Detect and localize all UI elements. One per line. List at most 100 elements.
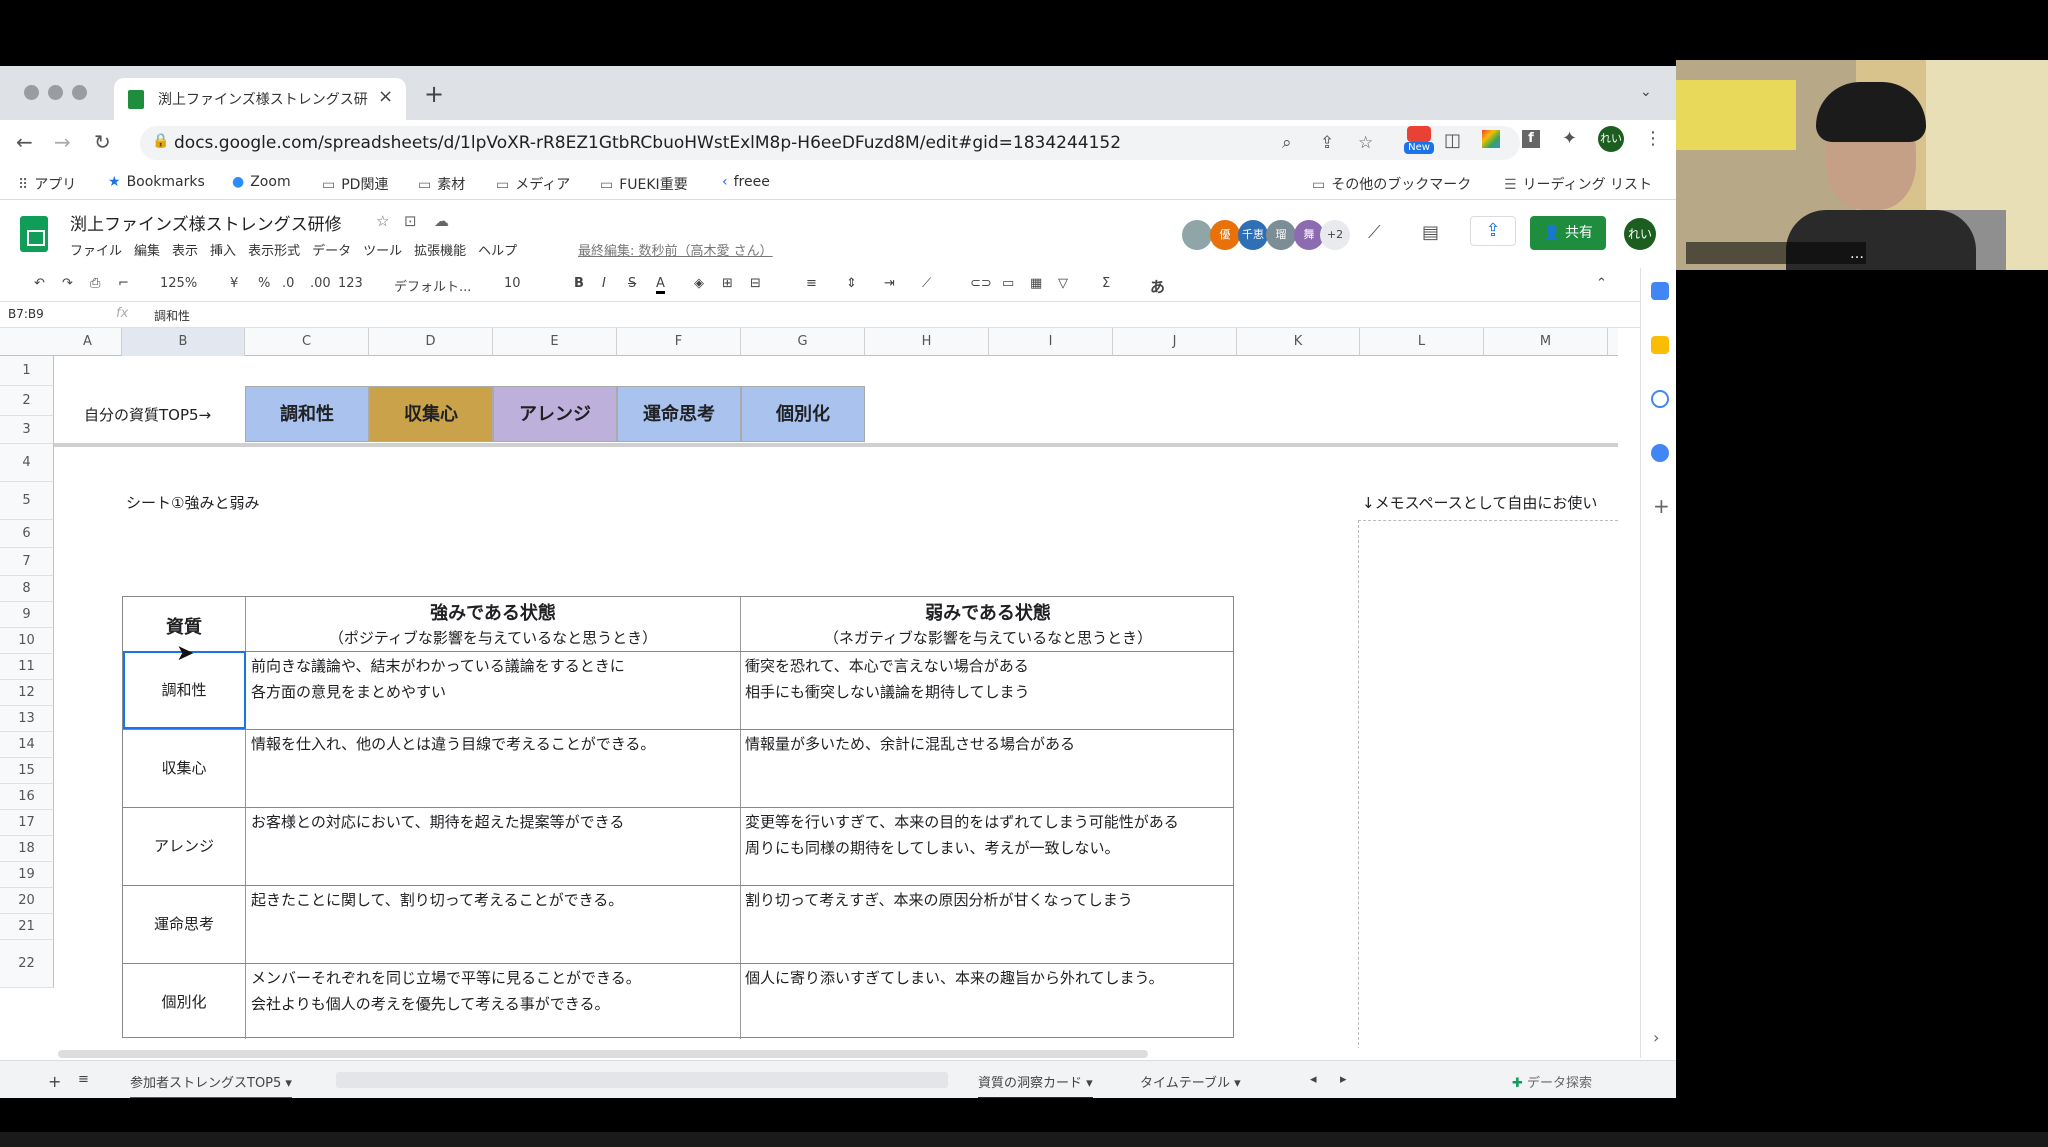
star-icon[interactable]: ☆ <box>1358 133 1373 153</box>
font-size-select[interactable]: 10 <box>504 276 521 291</box>
name-box[interactable]: B7:B9 <box>8 307 44 321</box>
row-header[interactable]: 1 <box>0 356 54 386</box>
bookmark-zoom[interactable]: ● Zoom <box>232 174 291 190</box>
tab-timetable[interactable]: タイムテーブル ▾ <box>1140 1072 1241 1091</box>
frozen-row-divider[interactable] <box>54 443 1618 447</box>
rotate-text-icon[interactable]: ⟋ <box>922 276 931 291</box>
new-tab-icon[interactable]: + <box>424 80 444 108</box>
undo-icon[interactable]: ↶ <box>34 276 45 291</box>
row-header[interactable]: 20 <box>0 888 54 914</box>
forward-icon[interactable]: → <box>54 130 71 154</box>
decrease-decimal[interactable]: .0 <box>282 276 294 291</box>
increase-decimal[interactable]: .00 <box>310 276 331 291</box>
print-icon[interactable]: ⎙ <box>90 276 100 291</box>
more-vert-icon[interactable]: ⋮ <box>1644 128 1662 149</box>
menu-extensions[interactable]: 拡張機能 <box>414 240 466 259</box>
strength-text[interactable]: お客様との対応において、期待を超えた提案等ができる <box>251 809 624 835</box>
menu-file[interactable]: ファイル <box>70 240 122 259</box>
wrap-icon[interactable]: ⇥ <box>884 276 895 291</box>
camera-icon[interactable]: ◫ <box>1444 130 1461 151</box>
sheet-caption[interactable]: シート①強みと弱み <box>126 492 259 513</box>
row-header[interactable]: 7 <box>0 548 54 576</box>
keep-icon[interactable] <box>1651 336 1669 354</box>
color-extension-icon[interactable] <box>1482 130 1500 148</box>
strength-text[interactable]: 会社よりも個人の考えを優先して考える事ができる。 <box>251 991 610 1017</box>
star-icon[interactable]: ☆ <box>376 212 389 230</box>
weakness-text[interactable]: 周りにも同様の期待をしてしまい、考えが一致しない。 <box>745 835 1120 861</box>
strikethrough-icon[interactable]: S <box>628 276 636 291</box>
tab-close-icon[interactable]: × <box>378 86 393 107</box>
italic-icon[interactable]: I <box>602 276 606 291</box>
bookmark-media[interactable]: ▭ メディア <box>496 174 570 194</box>
back-icon[interactable]: ← <box>16 130 33 154</box>
strength-text[interactable]: メンバーそれぞれを同じ立場で平等に見ることができる。 <box>251 965 641 991</box>
bookmark-sozai[interactable]: ▭ 素材 <box>418 174 465 194</box>
column-header[interactable]: F <box>617 328 741 356</box>
number-format-select[interactable]: 123 <box>338 276 363 291</box>
search-icon[interactable]: ⌕ <box>1282 133 1292 153</box>
column-header[interactable]: M <box>1484 328 1608 356</box>
column-header[interactable]: B <box>122 328 245 356</box>
weakness-text[interactable]: 割り切って考えすぎ、本来の原因分析が甘くなってしまう <box>745 887 1133 913</box>
column-header[interactable]: A <box>54 328 122 356</box>
bookmark-pd[interactable]: ▭ PD関連 <box>322 174 388 194</box>
strength-text[interactable]: 起きたことに関して、割り切って考えることができる。 <box>251 887 623 913</box>
top5-individualization[interactable]: 個別化 <box>741 386 865 442</box>
menu-help[interactable]: ヘルプ <box>478 240 517 259</box>
column-header[interactable]: G <box>741 328 865 356</box>
valign-icon[interactable]: ⇕ <box>846 276 857 291</box>
font-select[interactable]: デフォルト... <box>394 276 471 295</box>
input-method[interactable]: あ <box>1150 276 1165 297</box>
calendar-icon[interactable] <box>1651 282 1669 300</box>
close-window-dot[interactable] <box>24 85 39 100</box>
column-header[interactable]: K <box>1237 328 1360 356</box>
menu-edit[interactable]: 編集 <box>134 240 160 259</box>
activity-trend-icon[interactable]: ⟋ <box>1368 222 1381 243</box>
paint-format-icon[interactable]: ⌐ <box>118 276 129 291</box>
row-header[interactable]: 18 <box>0 836 54 862</box>
insert-chart-icon[interactable]: ▦ <box>1030 276 1042 291</box>
redo-icon[interactable]: ↷ <box>62 276 73 291</box>
move-folder-icon[interactable]: ⊡ <box>404 212 417 230</box>
row-header[interactable]: 16 <box>0 784 54 810</box>
doc-title[interactable]: 渕上ファインズ様ストレングス研修 <box>70 210 342 235</box>
tab-active-sheet[interactable]: 参加者ストレングスTOP5 ▾ <box>130 1072 292 1098</box>
reload-icon[interactable]: ↻ <box>94 130 111 154</box>
column-header[interactable]: H <box>865 328 989 356</box>
strength-text[interactable]: 各方面の意見をまとめやすい <box>251 679 446 705</box>
menu-format[interactable]: 表示形式 <box>248 240 300 259</box>
col-weakness-subheader[interactable]: （ネガティブな影響を与えているなと思うとき） <box>741 627 1235 648</box>
row-header[interactable]: 6 <box>0 520 54 548</box>
top5-label[interactable]: 自分の資質TOP5→ <box>84 404 211 425</box>
row-header[interactable]: 5 <box>0 482 54 520</box>
col-strength-header[interactable]: 強みである状態 <box>246 599 740 625</box>
col-weakness-header[interactable]: 弱みである状態 <box>741 599 1235 625</box>
zoom-select[interactable]: 125% <box>160 276 197 291</box>
zoom-window-dot[interactable] <box>72 85 87 100</box>
bookmark-apps[interactable]: ⠿ アプリ <box>18 174 76 194</box>
row-header[interactable]: 12 <box>0 680 54 706</box>
reading-list[interactable]: ☰ リーディング リスト <box>1504 174 1652 194</box>
currency-format[interactable]: ¥ <box>230 276 238 291</box>
explore-button[interactable]: ✚ データ探索 <box>1512 1072 1592 1091</box>
column-header[interactable]: C <box>245 328 369 356</box>
col-talent-header[interactable]: 資質 <box>123 613 245 639</box>
row-header[interactable]: 19 <box>0 862 54 888</box>
row-header[interactable]: 22 <box>0 940 54 988</box>
row-header[interactable]: 4 <box>0 444 54 482</box>
fill-color-icon[interactable]: ◈ <box>694 276 704 291</box>
row-header[interactable]: 8 <box>0 576 54 602</box>
column-header[interactable]: E <box>493 328 617 356</box>
weakness-text[interactable]: 相手にも衝突しない議論を期待してしまう <box>745 679 1030 705</box>
col-strength-subheader[interactable]: （ポジティブな影響を与えているなと思うとき） <box>246 627 740 648</box>
memo-caption[interactable]: ↓メモスペースとして自由にお使い <box>1362 492 1597 513</box>
talent-cell[interactable]: 収集心 <box>123 757 245 778</box>
profile-avatar[interactable]: れい <box>1598 126 1624 152</box>
weakness-text[interactable]: 個人に寄り添いすぎてしまい、本来の趣旨から外れてしまう。 <box>745 965 1164 991</box>
row-header[interactable]: 3 <box>0 416 54 444</box>
chevron-down-icon[interactable]: ⌄ <box>1640 84 1652 100</box>
link-icon[interactable]: ⊂⊃ <box>970 276 992 291</box>
menu-view[interactable]: 表示 <box>172 240 198 259</box>
bookmark-bookmarks[interactable]: ★ Bookmarks <box>108 174 205 190</box>
puzzle-icon[interactable]: ✦ <box>1562 128 1577 149</box>
